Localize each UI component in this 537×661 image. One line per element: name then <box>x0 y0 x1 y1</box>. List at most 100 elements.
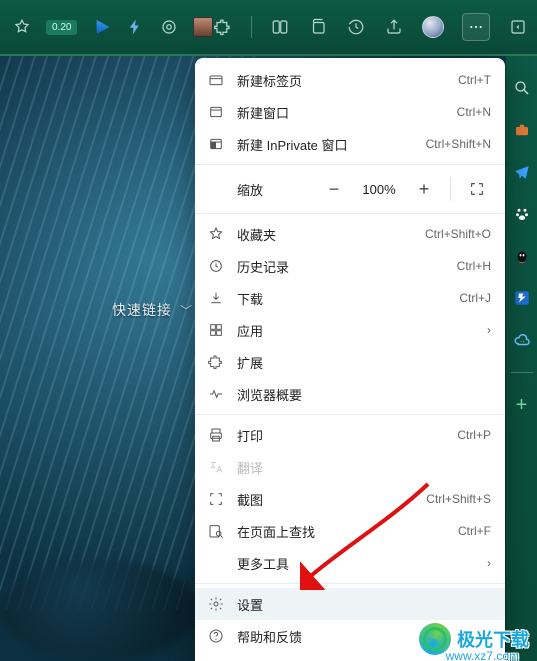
menu-item-label: 新建窗口 <box>237 103 445 122</box>
menu-item-shortcut: Ctrl+Shift+N <box>426 137 491 151</box>
browser-right-sidebar: + <box>505 56 537 661</box>
rate-badge-value: 0.20 <box>52 22 71 33</box>
menu-item-new-inprivate[interactable]: 新建 InPrivate 窗口 Ctrl+Shift+N <box>195 128 505 160</box>
window-icon <box>207 103 225 121</box>
telegram-icon[interactable] <box>512 162 532 182</box>
menu-item-label: 在页面上查找 <box>237 522 446 541</box>
menu-item-history[interactable]: 历史记录 Ctrl+H <box>195 250 505 282</box>
menu-item-label: 更多工具 <box>237 554 469 573</box>
menu-item-shortcut: Ctrl+N <box>457 105 491 119</box>
menu-item-label: 翻译 <box>237 458 491 477</box>
avatar-icon[interactable] <box>193 17 213 37</box>
quick-links-label: 快速链接 <box>112 300 172 320</box>
menu-item-label: 浏览器概要 <box>237 385 491 404</box>
toolbar-divider <box>251 16 252 38</box>
menu-item-find[interactable]: 在页面上查找 Ctrl+F <box>195 515 505 547</box>
menu-item-extensions[interactable]: 扩展 <box>195 346 505 378</box>
menu-item-favorites[interactable]: 收藏夹 Ctrl+Shift+O <box>195 218 505 250</box>
share-icon[interactable] <box>384 17 404 37</box>
rate-badge: 0.20 <box>46 20 77 35</box>
blank-icon <box>207 180 225 198</box>
blank-icon <box>207 554 225 572</box>
download-icon <box>207 289 225 307</box>
watermark-url: www.xz7.com <box>446 649 519 661</box>
tab-icon <box>207 71 225 89</box>
puzzle-icon <box>207 353 225 371</box>
menu-item-shortcut: Ctrl+Shift+O <box>425 227 491 241</box>
menu-item-screenshot[interactable]: 截图 Ctrl+Shift+S <box>195 483 505 515</box>
zoom-in-button[interactable]: + <box>410 175 438 203</box>
help-icon <box>207 627 225 645</box>
quick-links-heading[interactable]: 快速链接 ﹀ <box>112 300 193 320</box>
menu-separator <box>195 414 505 415</box>
sidebar-add-button[interactable]: + <box>516 395 528 415</box>
menu-item-settings[interactable]: 设置 <box>195 588 505 620</box>
qq-icon[interactable] <box>512 246 532 266</box>
menu-separator <box>195 164 505 165</box>
fullscreen-button[interactable] <box>463 175 491 203</box>
cloud-icon[interactable] <box>512 330 532 350</box>
screenshot-icon <box>207 490 225 508</box>
find-icon <box>207 522 225 540</box>
menu-item-label: 扩展 <box>237 353 491 372</box>
bolt-icon[interactable] <box>125 17 145 37</box>
browser-overflow-menu: 新建标签页 Ctrl+T 新建窗口 Ctrl+N 新建 InPrivate 窗口… <box>195 58 505 661</box>
menu-item-shortcut: Ctrl+T <box>458 73 491 87</box>
menu-item-label: 截图 <box>237 490 414 509</box>
briefcase-icon[interactable] <box>512 120 532 140</box>
menu-item-label: 下载 <box>237 289 447 308</box>
zoom-controls: − 100% + <box>320 175 491 203</box>
menu-item-label: 新建标签页 <box>237 71 446 90</box>
chevron-right-icon: › <box>487 323 491 337</box>
zoom-out-button[interactable]: − <box>320 175 348 203</box>
browser-top-toolbar: 0.20 <box>0 0 537 56</box>
menu-separator <box>195 213 505 214</box>
inprivate-icon <box>207 135 225 153</box>
menu-item-new-window[interactable]: 新建窗口 Ctrl+N <box>195 96 505 128</box>
flag-icon[interactable] <box>512 288 532 308</box>
zoom-divider <box>450 177 451 201</box>
menu-item-zoom: 缩放 − 100% + <box>195 169 505 209</box>
chevron-down-icon: ﹀ <box>180 302 193 319</box>
menu-item-new-tab[interactable]: 新建标签页 Ctrl+T <box>195 64 505 96</box>
sidebar-separator <box>511 372 533 373</box>
app-menu-icon[interactable] <box>12 17 32 37</box>
star-icon <box>207 225 225 243</box>
baidu-icon[interactable] <box>512 204 532 224</box>
heartbeat-icon <box>207 385 225 403</box>
panel-pin-icon[interactable] <box>508 17 528 37</box>
menu-item-label: 设置 <box>237 595 491 614</box>
menu-item-label: 新建 InPrivate 窗口 <box>237 135 414 154</box>
menu-item-apps[interactable]: 应用 › <box>195 314 505 346</box>
menu-item-label: 历史记录 <box>237 257 445 276</box>
menu-item-shortcut: Ctrl+F <box>458 524 491 538</box>
chevron-right-icon: › <box>487 556 491 570</box>
gear-icon <box>207 595 225 613</box>
zoom-value: 100% <box>358 182 400 197</box>
menu-item-browser-summary[interactable]: 浏览器概要 <box>195 378 505 410</box>
menu-item-downloads[interactable]: 下载 Ctrl+J <box>195 282 505 314</box>
menu-item-shortcut: Ctrl+P <box>457 428 491 442</box>
sidebar-toggle-icon[interactable] <box>270 17 290 37</box>
menu-separator <box>195 583 505 584</box>
toolbar-left-group: 0.20 <box>8 17 213 37</box>
toolbar-right-group <box>213 13 537 41</box>
play-icon[interactable] <box>91 17 111 37</box>
print-icon <box>207 426 225 444</box>
search-icon[interactable] <box>512 78 532 98</box>
menu-item-print[interactable]: 打印 Ctrl+P <box>195 419 505 451</box>
more-menu-button[interactable] <box>462 13 490 41</box>
extension-icon[interactable] <box>213 17 233 37</box>
menu-item-shortcut: Ctrl+J <box>459 291 491 305</box>
watermark: 极光下载 www.xz7.com <box>419 623 529 655</box>
apps-icon <box>207 321 225 339</box>
translate-icon <box>207 458 225 476</box>
collections-icon[interactable] <box>308 17 328 37</box>
zoom-label: 缩放 <box>237 180 308 199</box>
menu-item-more-tools[interactable]: 更多工具 › <box>195 547 505 579</box>
menu-item-shortcut: Ctrl+Shift+S <box>426 492 491 506</box>
profile-icon[interactable] <box>422 16 444 38</box>
history-toolbar-icon[interactable] <box>346 17 366 37</box>
target-icon[interactable] <box>159 17 179 37</box>
menu-item-label: 应用 <box>237 321 469 340</box>
